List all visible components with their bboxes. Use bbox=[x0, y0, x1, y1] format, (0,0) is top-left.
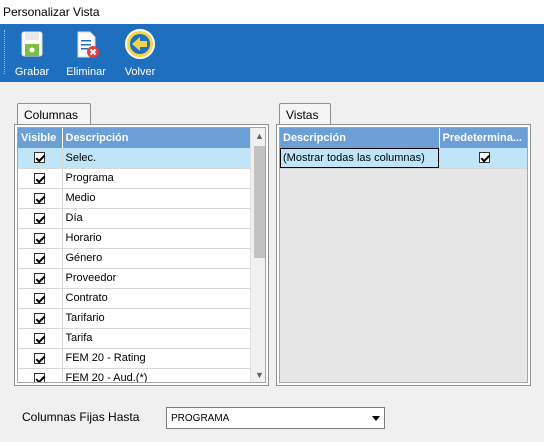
visible-checkbox[interactable] bbox=[34, 172, 46, 184]
visible-cell[interactable] bbox=[18, 268, 63, 289]
toolbar-grip[interactable] bbox=[4, 30, 6, 74]
save-disk-icon bbox=[21, 31, 43, 57]
table-row[interactable]: Medio bbox=[18, 188, 251, 209]
visible-checkbox[interactable] bbox=[34, 272, 46, 284]
descripcion-cell[interactable]: Programa bbox=[62, 168, 251, 189]
vista-descripcion-cell[interactable]: (Mostrar todas las columnas) bbox=[280, 148, 440, 169]
predeterminada-checkbox[interactable] bbox=[478, 152, 490, 164]
vistas-table: Descripción Predetermina... (Mostrar tod… bbox=[280, 128, 527, 169]
save-button[interactable]: Grabar bbox=[8, 28, 56, 80]
save-button-label: Grabar bbox=[14, 66, 50, 78]
chevron-down-icon[interactable] bbox=[372, 416, 380, 421]
descripcion-cell[interactable]: Género bbox=[62, 248, 251, 269]
column-header-predeterminada[interactable]: Predetermina... bbox=[439, 128, 527, 148]
table-row[interactable]: Selec. bbox=[18, 148, 251, 169]
table-row[interactable]: Contrato bbox=[18, 288, 251, 309]
predeterminada-cell[interactable] bbox=[439, 148, 527, 169]
back-button-label: Volver bbox=[124, 66, 156, 78]
table-row[interactable]: (Mostrar todas las columnas) bbox=[280, 148, 527, 169]
visible-cell[interactable] bbox=[18, 188, 63, 209]
visible-checkbox[interactable] bbox=[34, 192, 46, 204]
table-row[interactable]: Horario bbox=[18, 228, 251, 249]
table-row[interactable]: Tarifa bbox=[18, 328, 251, 349]
descripcion-cell[interactable]: Selec. bbox=[62, 148, 251, 169]
table-row[interactable]: Género bbox=[18, 248, 251, 269]
visible-checkbox[interactable] bbox=[34, 292, 46, 304]
tab-columnas[interactable]: Columnas bbox=[17, 103, 91, 125]
delete-button[interactable]: Eliminar bbox=[62, 28, 110, 80]
visible-cell[interactable] bbox=[18, 148, 63, 169]
table-row[interactable]: Día bbox=[18, 208, 251, 229]
back-button[interactable]: Volver bbox=[116, 28, 164, 80]
visible-cell[interactable] bbox=[18, 168, 63, 189]
visible-cell[interactable] bbox=[18, 288, 63, 309]
visible-checkbox[interactable] bbox=[34, 352, 46, 364]
column-header-descripcion[interactable]: Descripción bbox=[280, 128, 440, 148]
scroll-up-arrow[interactable]: ▲ bbox=[251, 128, 265, 145]
toolbar: Grabar Eliminar Volver bbox=[0, 24, 544, 82]
table-row[interactable]: Proveedor bbox=[18, 268, 251, 289]
fixed-columns-label: Columnas Fijas Hasta bbox=[22, 410, 140, 424]
descripcion-cell[interactable]: Día bbox=[62, 208, 251, 229]
window-title: Personalizar Vista bbox=[3, 5, 100, 19]
title-bar: Personalizar Vista bbox=[0, 0, 544, 24]
visible-checkbox[interactable] bbox=[34, 372, 46, 382]
descripcion-cell[interactable]: FEM 20 - Aud.(*) bbox=[62, 368, 251, 382]
descripcion-cell[interactable]: Contrato bbox=[62, 288, 251, 309]
columnas-scrollbar[interactable]: ▲ ▼ bbox=[250, 128, 265, 382]
descripcion-cell[interactable]: Tarifario bbox=[62, 308, 251, 329]
column-header-visible[interactable]: Visible bbox=[18, 128, 63, 148]
scroll-down-arrow[interactable]: ▼ bbox=[251, 367, 265, 382]
table-row[interactable]: Programa bbox=[18, 168, 251, 189]
visible-cell[interactable] bbox=[18, 328, 63, 349]
scroll-thumb[interactable] bbox=[254, 146, 265, 258]
visible-checkbox[interactable] bbox=[34, 312, 46, 324]
descripcion-cell[interactable]: Proveedor bbox=[62, 268, 251, 289]
columnas-panel: Visible Descripción Selec. Programa Medio D… bbox=[14, 124, 269, 386]
column-header-descripcion[interactable]: Descripción bbox=[62, 128, 251, 148]
tab-vistas[interactable]: Vistas bbox=[279, 103, 331, 125]
visible-cell[interactable] bbox=[18, 208, 63, 229]
descripcion-cell[interactable]: Medio bbox=[62, 188, 251, 209]
tab-columnas-label: Columnas bbox=[24, 108, 79, 122]
descripcion-cell[interactable]: Tarifa bbox=[62, 328, 251, 349]
visible-checkbox[interactable] bbox=[34, 212, 46, 224]
columnas-table: Visible Descripción Selec. Programa Medio D… bbox=[18, 128, 251, 382]
visible-cell[interactable] bbox=[18, 308, 63, 329]
table-row[interactable]: Tarifario bbox=[18, 308, 251, 329]
vistas-grid: Descripción Predetermina... (Mostrar tod… bbox=[279, 127, 528, 383]
vistas-panel: Descripción Predetermina... (Mostrar tod… bbox=[276, 124, 531, 386]
columnas-grid: Visible Descripción Selec. Programa Medio D… bbox=[17, 127, 266, 383]
table-row[interactable]: FEM 20 - Aud.(*) bbox=[18, 368, 251, 382]
descripcion-cell[interactable]: FEM 20 - Rating bbox=[62, 348, 251, 369]
visible-cell[interactable] bbox=[18, 248, 63, 269]
fixed-columns-value: PROGRAMA bbox=[171, 413, 230, 424]
descripcion-cell[interactable]: Horario bbox=[62, 228, 251, 249]
tab-vistas-label: Vistas bbox=[286, 108, 319, 122]
table-row[interactable]: FEM 20 - Rating bbox=[18, 348, 251, 369]
visible-cell[interactable] bbox=[18, 368, 63, 382]
visible-cell[interactable] bbox=[18, 228, 63, 249]
delete-button-label: Eliminar bbox=[66, 66, 106, 78]
visible-cell[interactable] bbox=[18, 348, 63, 369]
visible-checkbox[interactable] bbox=[34, 252, 46, 264]
visible-checkbox[interactable] bbox=[34, 152, 46, 164]
visible-checkbox[interactable] bbox=[34, 232, 46, 244]
delete-document-icon bbox=[77, 31, 99, 58]
fixed-columns-dropdown[interactable]: PROGRAMA bbox=[166, 407, 385, 429]
back-arrow-icon bbox=[125, 29, 155, 59]
visible-checkbox[interactable] bbox=[34, 332, 46, 344]
